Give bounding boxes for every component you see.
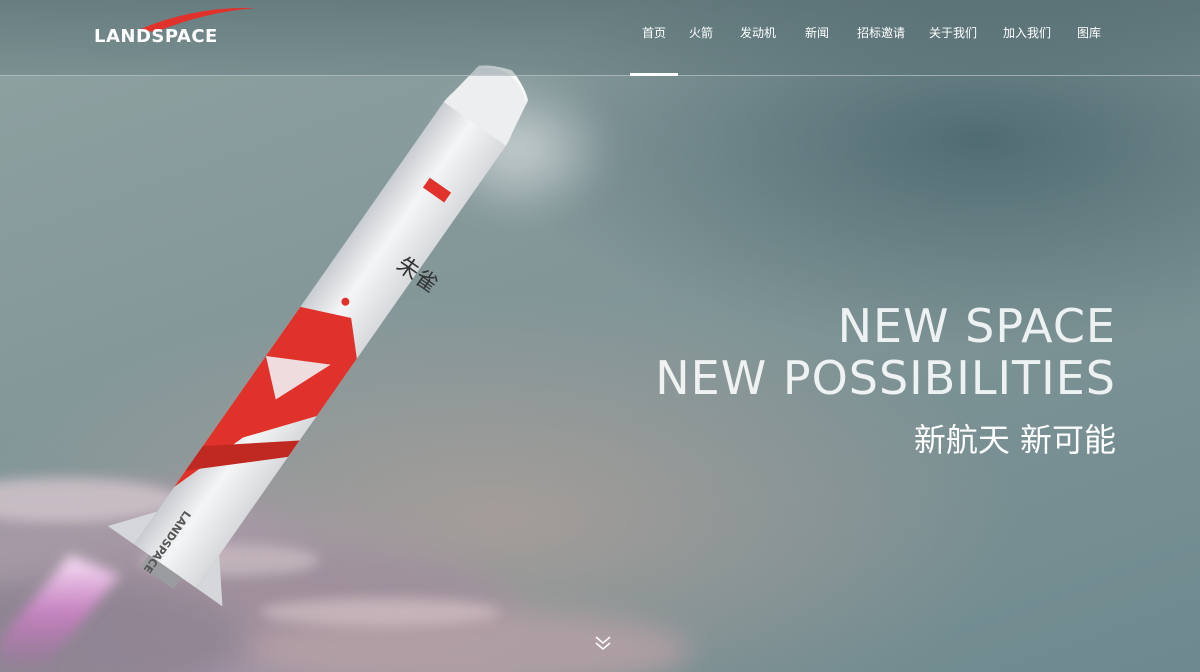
headline-chinese: 新航天 新可能 xyxy=(913,421,1116,459)
nav-item-tenders[interactable]: 招标邀请 xyxy=(856,0,906,76)
double-chevron-down-icon xyxy=(595,636,611,651)
landspace-logo[interactable]: LANDSPACE xyxy=(94,4,264,54)
headline-line-1: NEW SPACE xyxy=(837,299,1116,353)
nav-item-engines[interactable]: 发动机 xyxy=(738,0,778,76)
nav-item-join[interactable]: 加入我们 xyxy=(1002,0,1052,76)
nav-item-rockets[interactable]: 火箭 xyxy=(686,0,716,76)
nav-item-gallery[interactable]: 图库 xyxy=(1074,0,1104,76)
scroll-down-button[interactable] xyxy=(593,634,613,654)
site-header: LANDSPACE 首页 火箭 发动机 新闻 招标邀请 关于我们 加入我们 图库 xyxy=(0,0,1200,76)
nav-item-home[interactable]: 首页 xyxy=(630,0,678,76)
hero-slogan: NEW SPACE NEW POSSIBILITIES 新航天 新可能 xyxy=(655,300,1116,460)
headline-line-2: NEW POSSIBILITIES xyxy=(655,351,1116,405)
logo-text: LANDSPACE xyxy=(94,26,218,47)
nav-item-about[interactable]: 关于我们 xyxy=(928,0,978,76)
nav-item-news[interactable]: 新闻 xyxy=(802,0,832,76)
